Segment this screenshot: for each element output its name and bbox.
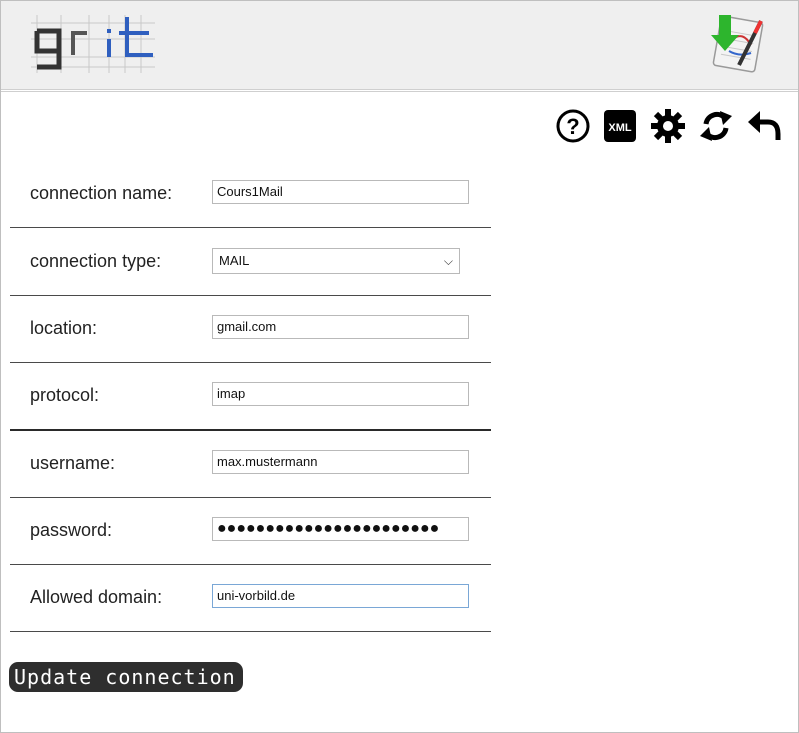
- xml-icon-label: XML: [608, 122, 632, 134]
- update-connection-button[interactable]: Update connection: [9, 662, 243, 692]
- row-allowed-domain: Allowed domain: uni-vorbild.de: [10, 564, 491, 632]
- back-arrow-icon[interactable]: [746, 108, 782, 144]
- download-notes-icon[interactable]: [703, 11, 767, 75]
- settings-gear-icon[interactable]: [650, 108, 686, 144]
- header-bar: [1, 1, 798, 90]
- connection-name-input[interactable]: Cours1Mail: [212, 180, 469, 204]
- refresh-icon[interactable]: [698, 108, 734, 144]
- header-divider: [1, 91, 798, 92]
- password-input[interactable]: ●●●●●●●●●●●●●●●●●●●●●●●: [212, 517, 469, 541]
- password-label: password:: [30, 520, 113, 540]
- row-connection-name: connection name: Cours1Mail: [10, 160, 491, 228]
- allowed-domain-label: Allowed domain:: [30, 587, 163, 607]
- protocol-label: protocol:: [30, 385, 100, 405]
- row-connection-type: connection type: MAIL ⌵: [10, 228, 491, 296]
- row-password: password: ●●●●●●●●●●●●●●●●●●●●●●●: [10, 497, 491, 565]
- row-location: location: gmail.com: [10, 295, 491, 363]
- connection-type-select[interactable]: MAIL ⌵: [212, 248, 460, 274]
- row-username: username: max.mustermann: [10, 430, 491, 498]
- connection-type-value: MAIL: [219, 253, 250, 268]
- username-input[interactable]: max.mustermann: [212, 450, 469, 474]
- username-label: username:: [30, 453, 116, 473]
- allowed-domain-input[interactable]: uni-vorbild.de: [212, 584, 469, 608]
- connection-name-label: connection name:: [30, 183, 173, 203]
- grit-logo: [31, 15, 155, 73]
- location-label: location:: [30, 318, 98, 338]
- chevron-down-icon: ⌵: [443, 254, 453, 268]
- xml-icon[interactable]: XML: [603, 108, 639, 144]
- connection-type-label: connection type:: [30, 251, 162, 271]
- location-input[interactable]: gmail.com: [212, 315, 469, 339]
- row-protocol: protocol: imap: [10, 362, 491, 431]
- help-icon-label: ?: [566, 114, 579, 139]
- help-icon[interactable]: ?: [555, 108, 591, 144]
- protocol-input[interactable]: imap: [212, 382, 469, 406]
